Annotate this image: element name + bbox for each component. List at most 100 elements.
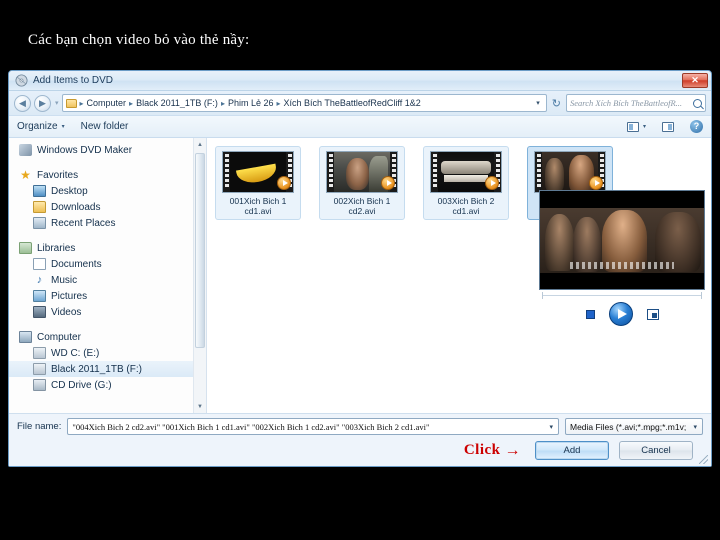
drive-icon <box>33 363 46 375</box>
sidebar-group-favorites[interactable]: ★ Favorites <box>9 167 206 183</box>
subtitle-overlay <box>569 261 675 270</box>
refresh-icon[interactable]: ↻ <box>550 97 563 110</box>
sidebar-item-label: Pictures <box>51 290 88 302</box>
breadcrumb-item-folder[interactable]: Phim Lẻ 26 <box>226 98 276 108</box>
sidebar-item-windows-dvd-maker[interactable]: Windows DVD Maker <box>9 142 206 158</box>
chevron-down-icon: ▾ <box>61 124 65 130</box>
add-button[interactable]: Add <box>535 441 609 460</box>
sidebar-item-documents[interactable]: Documents <box>9 256 206 272</box>
forward-button[interactable]: ▶ <box>34 94 51 112</box>
sidebar-item-cd-drive[interactable]: CD Drive (G:) <box>9 377 206 393</box>
filetype-select[interactable]: Media Files (*.avi;*.mpg;*.m1v; ▾ <box>565 418 703 435</box>
sidebar-item-label: Videos <box>51 306 82 318</box>
play-overlay-icon <box>277 176 291 190</box>
play-icon[interactable] <box>608 302 633 326</box>
breadcrumb-item-current[interactable]: Xích Bích TheBattleofRedCliff 1&2 <box>282 98 423 108</box>
sidebar-item-label: Music <box>51 274 78 286</box>
dialog-body: Windows DVD Maker ★ Favorites Desktop Do… <box>9 138 711 413</box>
arrow-right-icon: → <box>504 441 521 459</box>
sidebar-group-label: Computer <box>37 331 81 343</box>
sidebar-group-libraries[interactable]: Libraries <box>9 240 206 256</box>
navigation-pane: Windows DVD Maker ★ Favorites Desktop Do… <box>9 138 207 413</box>
filename-row: File name: "004Xich Bich 2 cd2.avi" "001… <box>17 418 703 435</box>
click-annotation-text: Click <box>463 442 501 458</box>
cancel-button[interactable]: Cancel <box>619 441 693 460</box>
click-annotation: Click → <box>464 442 521 459</box>
chevron-down-icon[interactable]: ▾ <box>546 423 556 431</box>
address-bar[interactable]: ▸ Computer ▸ Black 2011_1TB (F:) ▸ Phim … <box>61 94 547 112</box>
sidebar-group-label: Favorites <box>37 169 79 181</box>
organize-label: Organize <box>17 121 58 132</box>
filename-input[interactable]: "004Xich Bich 2 cd2.avi" "001Xich Bich 1… <box>67 418 559 435</box>
navigation-bar: ◀ ▶ ▾ ▸ Computer ▸ Black 2011_1TB (F:) ▸… <box>9 91 711 116</box>
chevron-down-icon[interactable]: ▾ <box>690 423 700 431</box>
film-sprocket-icon <box>327 152 334 192</box>
search-input[interactable]: Search Xích Bích TheBattleofR... <box>566 94 706 112</box>
dvd-maker-icon <box>15 74 28 87</box>
libraries-icon <box>19 242 32 254</box>
help-icon[interactable]: ? <box>690 120 703 133</box>
view-icon <box>626 121 639 132</box>
sidebar-item-videos[interactable]: Videos <box>9 304 206 320</box>
film-sprocket-icon <box>535 152 542 192</box>
star-icon: ★ <box>20 168 31 182</box>
folder-icon <box>65 98 77 108</box>
sidebar-item-pictures[interactable]: Pictures <box>9 288 206 304</box>
organize-button[interactable]: Organize ▾ <box>17 121 65 132</box>
computer-icon <box>19 331 32 343</box>
close-icon[interactable]: ✕ <box>682 73 708 88</box>
file-thumbnail <box>326 151 398 193</box>
sidebar-scrollbar[interactable]: ▲ ▼ <box>193 138 206 413</box>
media-controls <box>539 302 705 326</box>
breadcrumb-item-drive[interactable]: Black 2011_1TB (F:) <box>134 98 220 108</box>
preview-pane-button[interactable] <box>662 121 674 132</box>
sidebar-item-wd-c-drive[interactable]: WD C: (E:) <box>9 345 206 361</box>
list-item[interactable]: 002Xich Bich 1 cd2.avi <box>319 146 405 220</box>
sidebar-item-recent-places[interactable]: Recent Places <box>9 215 206 231</box>
pictures-icon <box>33 290 46 302</box>
resize-grip[interactable] <box>699 455 708 464</box>
drive-icon <box>33 347 46 359</box>
preview-pane <box>539 190 705 326</box>
sidebar-item-black-2011-1tb[interactable]: Black 2011_1TB (F:) <box>9 361 206 377</box>
new-folder-button[interactable]: New folder <box>81 121 129 132</box>
file-name-label: 003Xich Bich 2 cd1.avi <box>437 196 495 216</box>
scroll-down-icon[interactable]: ▼ <box>194 400 206 413</box>
dialog-titlebar: Add Items to DVD ✕ <box>9 71 711 91</box>
video-preview[interactable] <box>539 190 705 290</box>
seek-slider[interactable] <box>542 292 702 299</box>
dialog-footer: File name: "004Xich Bich 2 cd2.avi" "001… <box>9 413 711 466</box>
fullscreen-icon[interactable] <box>646 308 659 320</box>
sidebar-item-label: Desktop <box>51 185 88 197</box>
stop-icon[interactable] <box>585 309 595 319</box>
slide-heading: Các bạn chọn video bỏ vào thẻ nầy: <box>28 32 250 48</box>
desktop-icon <box>33 185 46 197</box>
file-thumbnail <box>222 151 294 193</box>
sidebar-item-label: Windows DVD Maker <box>37 144 133 156</box>
back-button[interactable]: ◀ <box>14 94 31 112</box>
cd-drive-icon <box>33 379 46 391</box>
search-icon <box>693 98 702 108</box>
list-item[interactable]: 003Xich Bich 2 cd1.avi <box>423 146 509 220</box>
history-caret-icon[interactable]: ▾ <box>55 99 59 107</box>
film-sprocket-icon <box>223 152 230 192</box>
chevron-down-icon: ▾ <box>642 124 646 130</box>
add-items-to-dvd-dialog: Add Items to DVD ✕ ◀ ▶ ▾ ▸ Computer ▸ Bl… <box>8 70 712 467</box>
sidebar-item-desktop[interactable]: Desktop <box>9 183 206 199</box>
scroll-up-icon[interactable]: ▲ <box>194 138 206 151</box>
documents-icon <box>33 258 46 270</box>
list-item[interactable]: 001Xich Bich 1 cd1.avi <box>215 146 301 220</box>
breadcrumb-item-computer[interactable]: Computer <box>85 98 129 108</box>
sidebar-group-computer[interactable]: Computer <box>9 329 206 345</box>
chevron-down-icon[interactable]: ▾ <box>534 99 544 107</box>
change-view-button[interactable]: ▾ <box>626 121 646 132</box>
sidebar-item-downloads[interactable]: Downloads <box>9 199 206 215</box>
sidebar-item-music[interactable]: ♪ Music <box>9 272 206 288</box>
sidebar-item-label: Black 2011_1TB (F:) <box>51 363 142 375</box>
videos-icon <box>33 306 46 318</box>
sidebar-item-label: WD C: (E:) <box>51 347 100 359</box>
scrollbar-thumb[interactable] <box>195 153 205 348</box>
